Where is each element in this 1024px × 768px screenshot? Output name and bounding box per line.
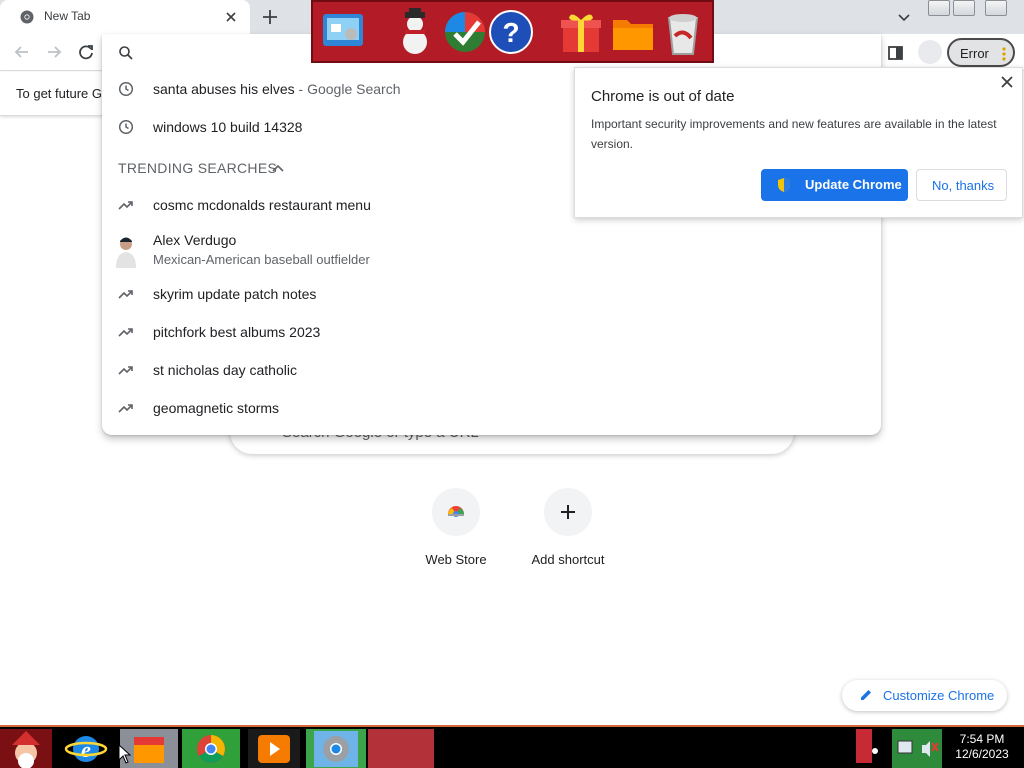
help-icon[interactable]: ? — [487, 8, 535, 56]
close-window-button[interactable] — [985, 0, 1007, 16]
suggestion-text: st nicholas day catholic — [153, 362, 297, 378]
history-clock-icon — [118, 119, 134, 135]
shortcut-add[interactable]: Add shortcut — [512, 488, 624, 578]
uac-shield-icon — [778, 178, 790, 192]
infobar-text: To get future G — [16, 86, 102, 101]
folder-icon[interactable] — [609, 8, 657, 56]
snowman-icon[interactable] — [391, 8, 439, 56]
search-icon — [119, 46, 133, 60]
start-santa-icon[interactable] — [0, 729, 52, 768]
new-tab-icon[interactable] — [258, 6, 282, 28]
shortcut-web-store[interactable]: Web Store — [400, 488, 512, 578]
internet-explorer-icon[interactable]: e — [56, 729, 112, 768]
mouse-cursor-icon — [118, 744, 132, 764]
maximize-button[interactable] — [953, 0, 975, 16]
tab-title: New Tab — [44, 9, 91, 23]
suggestion-text: santa abuses his elves — [153, 81, 295, 97]
customize-label: Customize Chrome — [883, 688, 995, 703]
error-label: Error — [960, 46, 989, 61]
svg-text:e: e — [81, 737, 91, 762]
update-chrome-dialog: Chrome is out of date Important security… — [574, 67, 1023, 218]
suggestion-trending[interactable]: st nicholas day catholic — [102, 351, 881, 389]
desktop-dock-toolbar: ? — [311, 0, 714, 63]
chrome-taskbar-icon[interactable] — [182, 729, 240, 768]
shortcut-label: Add shortcut — [531, 552, 605, 567]
person-thumbnail-icon — [116, 237, 136, 268]
dialog-body: Important security improvements and new … — [591, 117, 997, 151]
taskbar-placeholder-icon[interactable] — [368, 729, 434, 768]
close-tab-icon[interactable] — [222, 8, 240, 26]
entity-name: Alex Verdugo — [153, 232, 237, 248]
trending-searches-header: TRENDING SEARCHES — [118, 160, 278, 176]
forward-icon[interactable] — [43, 41, 65, 63]
trending-icon — [118, 328, 133, 337]
windows-update-icon[interactable] — [441, 8, 489, 56]
clock-time: 7:54 PM — [959, 732, 1005, 746]
update-chrome-label: Update Chrome — [805, 177, 902, 192]
tray-clock[interactable]: 7:54 PM 12/6/2023 — [944, 732, 1020, 762]
suggestion-text: pitchfork best albums 2023 — [153, 324, 321, 340]
trending-icon — [118, 404, 133, 413]
recycle-bin-icon[interactable] — [659, 8, 707, 56]
entity-description: Mexican-American baseball outfielder — [153, 252, 370, 267]
trending-icon — [118, 290, 133, 299]
suggestion-text: skyrim update patch notes — [153, 286, 317, 302]
svg-text:?: ? — [502, 17, 519, 48]
control-panel-icon[interactable] — [319, 8, 367, 56]
plus-icon — [544, 488, 592, 536]
gift-icon[interactable] — [557, 8, 605, 56]
suggestion-entity[interactable]: Alex Verdugo Mexican-American baseball o… — [102, 230, 881, 272]
screen: New Tab Error To get future G Search Goo… — [0, 0, 1024, 768]
no-thanks-label: No, thanks — [932, 178, 995, 193]
suggestion-trending[interactable]: pitchfork best albums 2023 — [102, 313, 881, 351]
close-icon[interactable] — [999, 74, 1015, 90]
taskbar: e 7:54 PM 12/6/2023 — [0, 725, 1024, 768]
trending-icon — [118, 366, 133, 375]
suggestion-trending[interactable]: geomagnetic storms — [102, 389, 881, 427]
chevron-up-icon[interactable] — [270, 161, 286, 175]
tab-new-tab[interactable]: New Tab — [0, 0, 250, 34]
media-player-icon[interactable] — [248, 729, 300, 768]
chrome-icon — [20, 10, 34, 24]
error-menu-button[interactable]: Error — [947, 38, 1015, 67]
side-panel-icon[interactable] — [886, 44, 906, 62]
kebab-menu-icon — [1002, 47, 1006, 61]
trending-icon — [118, 201, 133, 210]
reload-icon[interactable] — [75, 41, 97, 63]
update-chrome-button[interactable]: Update Chrome — [761, 169, 908, 201]
network-volume-tray-icon[interactable] — [892, 729, 942, 768]
pencil-icon — [861, 690, 871, 700]
profile-avatar[interactable] — [918, 40, 942, 64]
tab-search-chevron-icon[interactable] — [894, 8, 914, 26]
clock-date: 12/6/2023 — [955, 747, 1009, 761]
tray-dot-icon — [872, 748, 878, 754]
back-icon[interactable] — [11, 41, 33, 63]
dialog-title: Chrome is out of date — [591, 88, 735, 105]
history-clock-icon — [118, 81, 134, 97]
customize-chrome-button[interactable]: Customize Chrome — [842, 680, 1007, 711]
minimize-button[interactable] — [928, 0, 950, 16]
no-thanks-button[interactable]: No, thanks — [916, 169, 1007, 201]
suggestion-text: windows 10 build 14328 — [153, 119, 303, 135]
suggestion-trending[interactable]: skyrim update patch notes — [102, 275, 881, 313]
suggestion-suffix: - Google Search — [294, 81, 401, 97]
suggestion-text: cosmc mcdonalds restaurant menu — [153, 197, 371, 213]
chrome-active-taskbar-icon[interactable] — [306, 729, 366, 768]
web-store-icon — [432, 488, 480, 536]
suggestion-text: geomagnetic storms — [153, 400, 280, 416]
shortcut-label: Web Store — [425, 552, 487, 567]
